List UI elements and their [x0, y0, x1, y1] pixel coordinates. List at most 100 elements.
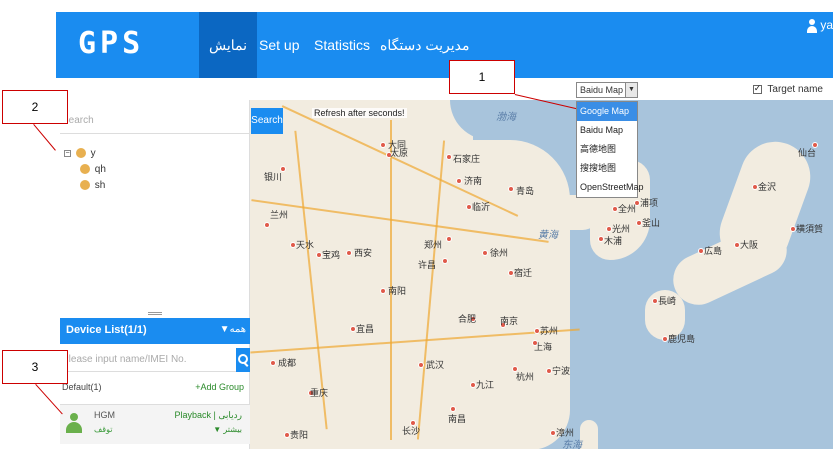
device-group-row: Default(1) +Add Group [60, 380, 250, 396]
city-marker [264, 222, 270, 228]
app-logo: GPS [78, 26, 145, 61]
city-label: 金沢 [758, 182, 777, 192]
target-name-checkbox[interactable] [752, 83, 762, 94]
city-label: 杭州 [516, 372, 535, 382]
road [416, 140, 446, 440]
map-type-dropdown: Google Map Baidu Map 高德地图 搜搜地图 OpenStree… [576, 101, 644, 198]
device-actions[interactable]: Playback | ردیابی [175, 410, 242, 421]
search-icon[interactable] [236, 348, 250, 372]
city-label: 成都 [278, 358, 297, 368]
annotation-callout-1: 1 [449, 60, 515, 94]
map-option-gaode[interactable]: 高德地图 [577, 140, 637, 159]
city-label: 全州 [618, 204, 637, 214]
map-canvas[interactable]: Refresh after seconds! 渤海 黄海 东海 大同 太原 石家… [250, 100, 833, 449]
city-label: 苏州 [540, 326, 559, 336]
city-label: 鹿児島 [668, 334, 696, 344]
city-label: 木浦 [604, 236, 623, 246]
city-marker [380, 288, 386, 294]
map-option-baidu[interactable]: Baidu Map [577, 121, 637, 140]
map-option-google[interactable]: Google Map [577, 102, 637, 121]
city-label: 南昌 [448, 414, 467, 424]
city-label: 临沂 [472, 202, 491, 212]
city-label: 天水 [296, 240, 315, 250]
taiwan-island [580, 420, 598, 449]
city-label: 南阳 [388, 286, 407, 296]
add-group-link[interactable]: +Add Group [195, 382, 244, 392]
device-row[interactable]: HGM توقف Playback | ردیابی ▼ بیشتر [60, 404, 250, 444]
tree-item[interactable]: sh [64, 178, 106, 194]
tree-root-label: y [90, 148, 96, 159]
city-label: 重庆 [310, 388, 329, 398]
shandong-peninsula [510, 195, 600, 230]
city-marker [418, 362, 424, 368]
city-label: 兰州 [270, 210, 289, 220]
refresh-note: Refresh after seconds! [312, 108, 407, 118]
device-filter-dropdown[interactable]: ▼همه [220, 324, 246, 335]
city-label: 宁波 [552, 366, 571, 376]
top-header: GPS نمایش Set up Statistics مدیریت دستگا… [56, 12, 833, 78]
city-marker [482, 250, 488, 256]
user-menu[interactable]: ya [806, 18, 833, 33]
city-label: 青岛 [516, 186, 535, 196]
device-list-header: Device List(1/1) ▼همه [60, 318, 250, 344]
city-marker [380, 142, 386, 148]
sea-label: 渤海 [496, 112, 516, 123]
city-label: 大阪 [740, 240, 759, 250]
left-panel: Search − y qh sh Device List(1/1) ▼همه P… [60, 100, 250, 449]
city-marker [346, 250, 352, 256]
city-label: 横須賀 [796, 224, 824, 234]
city-label: 宿迁 [514, 268, 533, 278]
resize-handle[interactable] [148, 312, 162, 315]
city-label: 宝鸡 [322, 250, 341, 260]
user-icon [80, 164, 90, 175]
map-option-soso[interactable]: 搜搜地图 [577, 159, 637, 178]
city-label: 漳州 [556, 428, 575, 438]
search-button[interactable]: Search [251, 108, 283, 134]
sea-label: 黄海 [538, 230, 558, 241]
city-label: 贵阳 [290, 430, 309, 440]
tree-item-label: sh [94, 180, 106, 191]
city-label: 银川 [264, 172, 283, 182]
device-search-input[interactable]: Please input name/IMEI No. [60, 348, 236, 372]
city-label: 宜昌 [356, 324, 375, 334]
city-label: 九江 [476, 380, 495, 390]
search-input[interactable]: Search [60, 108, 250, 134]
user-icon [80, 180, 90, 191]
tree-item[interactable]: qh [64, 162, 106, 178]
city-label: 石家庄 [453, 154, 481, 164]
tab-setup[interactable]: Set up [249, 12, 309, 78]
target-name-label: Target name [767, 84, 823, 95]
city-marker [270, 360, 276, 366]
map-option-openstreetmap[interactable]: OpenStreetMap [577, 178, 644, 197]
road [390, 120, 392, 440]
city-marker [456, 178, 462, 184]
city-label: 仙台 [798, 148, 817, 158]
device-person-icon [66, 413, 82, 435]
city-marker [442, 258, 448, 264]
city-label: 広島 [704, 246, 723, 256]
user-name: ya [820, 18, 833, 32]
city-marker [446, 154, 452, 160]
annotation-callout-3: 3 [2, 350, 68, 384]
device-more-menu[interactable]: ▼ بیشتر [213, 425, 242, 434]
map-type-select[interactable]: Baidu Map ▼ [576, 82, 638, 98]
annotation-arrow-2 [33, 124, 56, 151]
collapse-icon[interactable]: − [64, 149, 71, 157]
city-label: 南京 [500, 316, 519, 326]
target-name-toggle[interactable]: Target name [752, 83, 823, 95]
map-type-selected: Baidu Map [580, 85, 624, 95]
tab-statistics[interactable]: Statistics [304, 12, 380, 78]
city-label: 徐州 [490, 248, 509, 258]
device-list-title: Device List(1/1) [66, 324, 147, 336]
city-label: 合肥 [458, 314, 477, 324]
chevron-down-icon[interactable]: ▼ [625, 83, 637, 97]
city-label: 济南 [464, 176, 483, 186]
user-icon [806, 18, 817, 33]
device-status: توقف [94, 425, 113, 434]
city-label: 西安 [354, 248, 373, 258]
annotation-callout-2: 2 [2, 90, 68, 124]
group-icon [75, 148, 86, 159]
city-label: 许昌 [418, 260, 437, 270]
tree-root[interactable]: − y [64, 146, 106, 162]
city-label: 浦项 [640, 198, 659, 208]
